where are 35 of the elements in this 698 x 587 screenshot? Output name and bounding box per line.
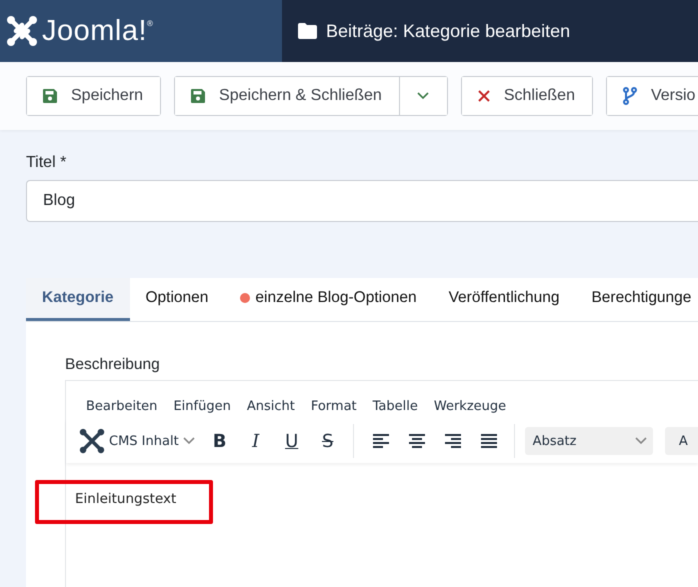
underline-button[interactable]: U	[274, 426, 309, 456]
title-input-field[interactable]: Blog	[26, 180, 698, 222]
tab[interactable]: Kategorie	[26, 278, 130, 321]
joomla-logo-icon	[6, 15, 38, 47]
save-button[interactable]: Speichern	[27, 77, 160, 115]
logo-text: Joomla!$^{®}$	[42, 14, 154, 48]
menu-item[interactable]: Werkzeuge	[426, 393, 514, 419]
cms-content-menu[interactable]: CMS Inhalt	[79, 428, 201, 454]
versions-button[interactable]: Versio	[606, 77, 698, 115]
field-label: Titel *	[26, 154, 68, 172]
close-button[interactable]: Schließen	[462, 77, 592, 115]
font-select[interactable]: A	[664, 427, 698, 455]
bold-button[interactable]: B	[202, 426, 237, 456]
align-right-icon	[444, 434, 461, 448]
editor-text: Einleitungstext	[74, 490, 178, 507]
page-title: Beiträge: Kategorie bearbeiten	[326, 20, 570, 42]
menu-item[interactable]: Ansicht	[238, 393, 303, 419]
menu-item[interactable]: Einfügen	[165, 393, 239, 419]
strike-button[interactable]: S	[310, 426, 345, 456]
close-icon	[478, 90, 490, 102]
menu-item[interactable]: Format	[302, 393, 365, 419]
menu-item[interactable]: Tabelle	[364, 393, 426, 419]
joomla-logo-icon	[79, 428, 105, 454]
align-justify-icon	[480, 434, 497, 448]
align-left-icon	[372, 434, 389, 448]
field-label: Beschreibung	[65, 356, 161, 374]
branch-icon	[622, 87, 637, 105]
folder-icon	[298, 23, 317, 39]
menu-item[interactable]: Bearbeiten	[78, 393, 166, 419]
block-format-select[interactable]: Absatz	[524, 427, 653, 455]
italic-button[interactable]: I	[238, 426, 273, 456]
chevron-down-icon	[182, 437, 195, 445]
chevron-down-icon	[417, 92, 430, 100]
chevron-down-icon	[634, 437, 647, 445]
align-center-icon	[408, 434, 425, 448]
